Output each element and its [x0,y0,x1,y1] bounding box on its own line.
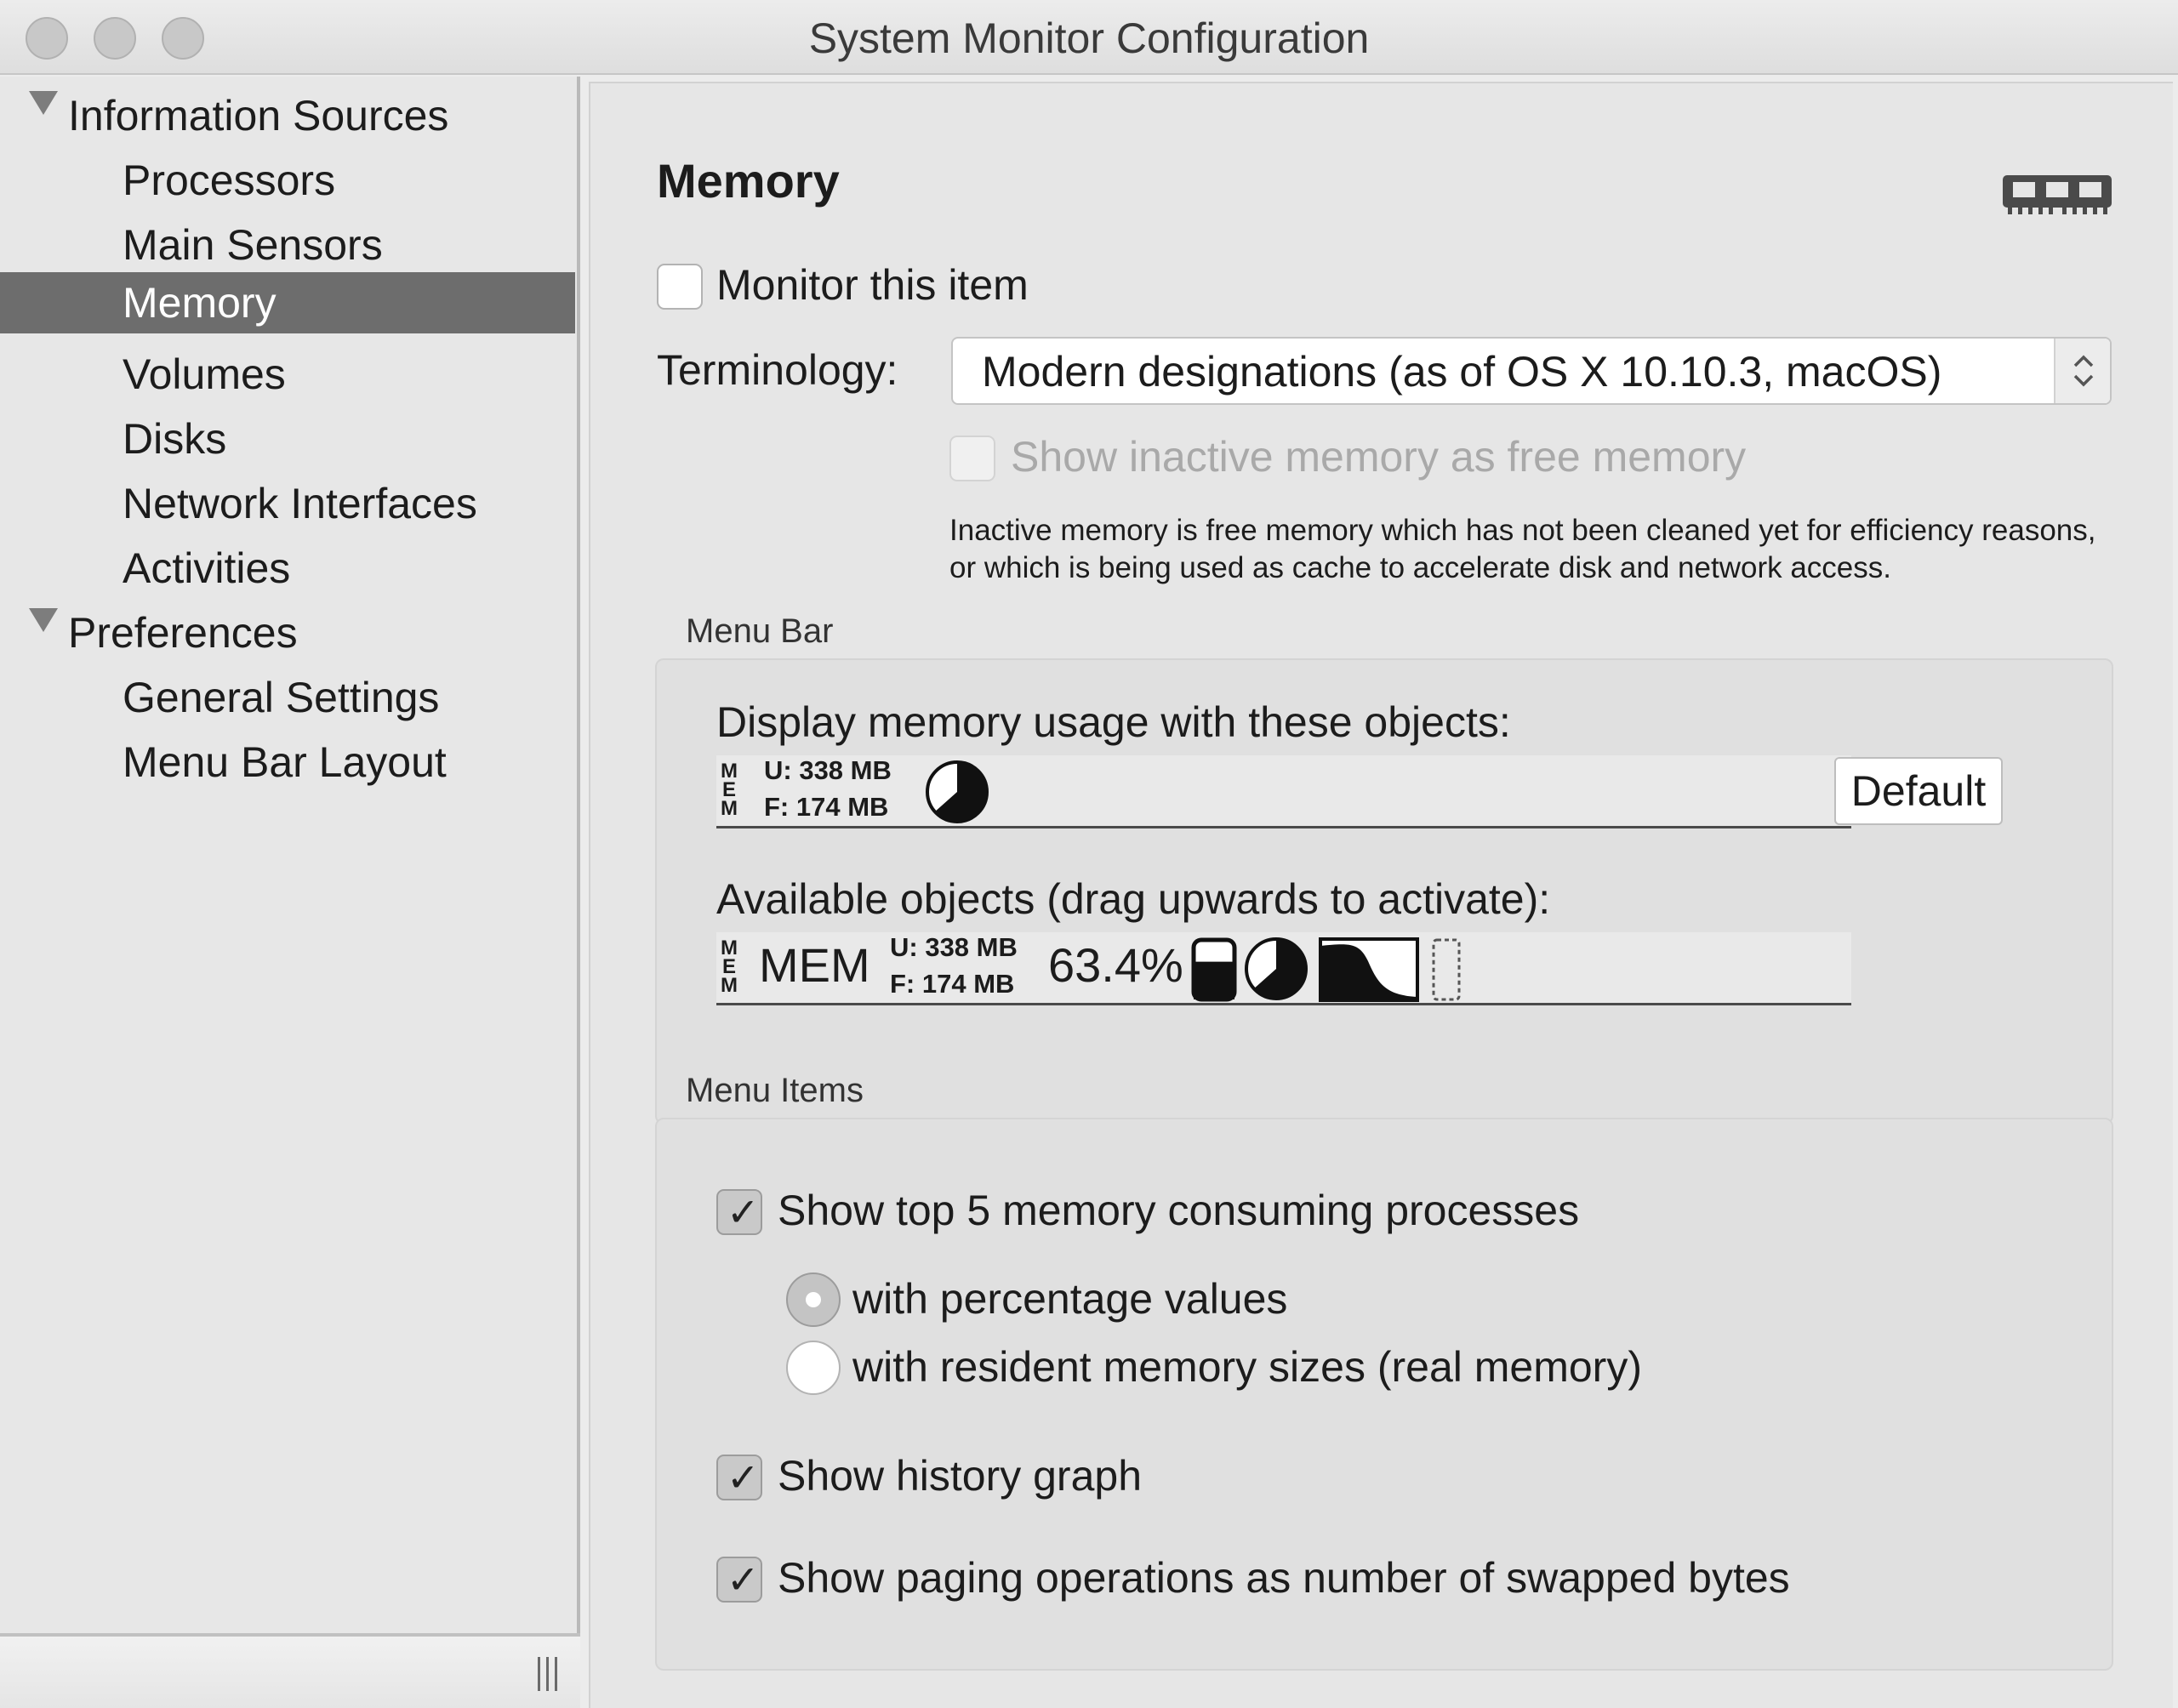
empty-slot-icon[interactable] [1431,937,1462,1002]
sidebar-item-menu-bar-layout[interactable]: Menu Bar Layout [0,732,575,793]
sidebar-item-label: Volumes [123,350,286,398]
terminology-value: Modern designations (as of OS X 10.10.3,… [982,348,1942,396]
resident-memory-radio[interactable] [786,1341,841,1395]
sidebar-item-label: General Settings [123,674,440,721]
sidebar-item-label: Main Sensors [123,221,383,269]
monitor-item-label: Monitor this item [716,261,1029,309]
inactive-memory-label: Show inactive memory as free memory [1011,433,1747,481]
mem-vertical-object[interactable]: M E M [720,761,738,819]
sidebar-item-memory[interactable]: Memory [0,272,575,333]
sidebar: Information Sources Processors Main Sens… [0,77,580,1633]
memory-settings-panel: Memory Monitor this item Terminology: Mo… [589,82,2173,1708]
sidebar-item-label: Activities [123,544,291,592]
terminology-label: Terminology: [657,346,898,394]
terminology-select[interactable]: Modern designations (as of OS X 10.10.3,… [951,337,2112,405]
sidebar-item-activities[interactable]: Activities [0,538,575,599]
default-button[interactable]: Default [1834,757,2003,825]
inactive-memory-description: Inactive memory is free memory which has… [949,514,2096,584]
mem-text-object[interactable]: MEM [759,937,870,993]
split-resize-handle[interactable] [538,1657,558,1691]
active-objects-well[interactable]: M E M U: 338 MB F: 174 MB [716,755,1851,828]
menu-bar-group: Display memory usage with these objects:… [655,658,2113,1124]
sidebar-item-label: Menu Bar Layout [123,738,447,786]
pie-chart-icon[interactable] [1242,936,1310,1002]
display-objects-label: Display memory usage with these objects: [716,698,1511,746]
percentage-values-label: with percentage values [852,1275,1288,1323]
sidebar-group-label: Information Sources [68,92,449,139]
sidebar-item-label: Processors [123,157,336,204]
sidebar-group-preferences[interactable]: Preferences [0,602,575,663]
sidebar-group-label: Preferences [68,609,298,657]
page-title: Memory [657,154,840,208]
resident-memory-label: with resident memory sizes (real memory) [852,1343,1642,1391]
percentage-values-radio[interactable] [786,1272,841,1327]
available-objects-well[interactable]: M E M MEM U: 338 MB F: 174 MB 63.4% [716,932,1851,1005]
menu-items-group: Show top 5 memory consuming processes wi… [655,1118,2113,1671]
percentage-text-object[interactable]: 63.4% [1048,937,1183,993]
sidebar-item-disks[interactable]: Disks [0,408,575,470]
sidebar-footer [0,1633,580,1708]
used-free-text-object[interactable]: U: 338 MB F: 174 MB [764,752,892,825]
sidebar-item-network-interfaces[interactable]: Network Interfaces [0,473,575,534]
monitor-item-checkbox[interactable] [657,264,703,310]
popup-arrows-icon [2054,339,2110,403]
mem-vertical-object[interactable]: M E M [720,938,738,996]
sidebar-item-processors[interactable]: Processors [0,150,575,211]
disclosure-triangle-icon[interactable] [29,608,58,632]
history-graph-label: Show history graph [778,1452,1143,1500]
top-processes-checkbox[interactable] [716,1189,762,1235]
sidebar-item-general-settings[interactable]: General Settings [0,667,575,728]
history-graph-icon[interactable] [1319,937,1419,1002]
disclosure-triangle-icon[interactable] [29,91,58,115]
sidebar-item-label: Network Interfaces [123,480,477,527]
available-objects-label: Available objects (drag upwards to activ… [716,875,1551,923]
pie-chart-icon[interactable] [924,759,990,825]
menu-bar-group-title: Menu Bar [686,612,834,650]
window-title: System Monitor Configuration [808,14,1370,62]
history-graph-checkbox[interactable] [716,1455,762,1500]
battery-gauge-icon[interactable] [1191,937,1237,1002]
inactive-memory-checkbox[interactable] [949,436,995,481]
menu-items-group-title: Menu Items [686,1072,864,1109]
sidebar-item-label: Memory [123,279,277,327]
sidebar-group-information-sources[interactable]: Information Sources [0,85,575,146]
top-processes-label: Show top 5 memory consuming processes [778,1187,1580,1234]
used-free-text-object[interactable]: U: 338 MB F: 174 MB [890,929,1018,1002]
sidebar-item-main-sensors[interactable]: Main Sensors [0,214,575,276]
sidebar-item-label: Disks [123,415,227,463]
paging-operations-checkbox[interactable] [716,1557,762,1603]
memory-module-icon [2003,175,2112,214]
paging-operations-label: Show paging operations as number of swap… [778,1554,1790,1602]
sidebar-item-volumes[interactable]: Volumes [0,344,575,405]
title-bar: System Monitor Configuration [0,0,2178,75]
